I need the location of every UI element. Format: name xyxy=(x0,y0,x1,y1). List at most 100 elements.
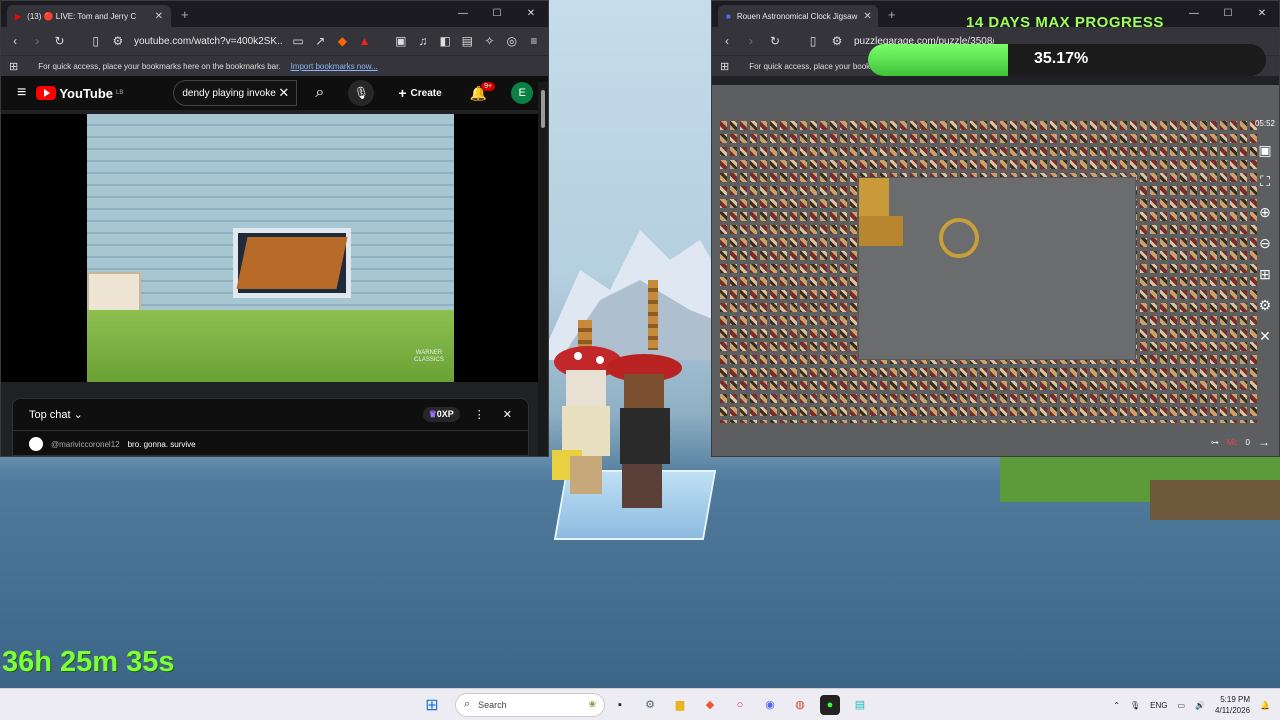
cartoon-grass xyxy=(87,310,454,382)
brave-shield-icon[interactable]: ◆ xyxy=(336,34,348,48)
tab-puzzle[interactable]: ■ Rouen Astronomical Clock Jigsaw ✕ xyxy=(718,5,878,27)
brave-icon[interactable]: ◆ xyxy=(700,695,720,715)
notifications-button[interactable]: 🔔 9+ xyxy=(470,81,496,102)
create-button[interactable]: + Create xyxy=(392,80,447,106)
import-bookmarks-link[interactable]: Import bookmarks now... xyxy=(291,62,378,71)
close-window-button[interactable]: ✕ xyxy=(1245,1,1279,27)
windows-start-icon[interactable]: ⊞ xyxy=(422,695,442,715)
network-icon[interactable]: ▭ xyxy=(1178,701,1186,710)
forward-icon[interactable]: › xyxy=(31,34,43,48)
youtube-favicon-icon: ▶ xyxy=(15,11,22,21)
site-info-icon[interactable]: ⚙ xyxy=(112,34,124,48)
zoom-out-icon[interactable]: ⊖ xyxy=(1259,235,1271,252)
site-info-icon[interactable]: ⚙ xyxy=(830,34,844,48)
brave-rewards-icon[interactable]: ▲ xyxy=(359,34,371,48)
apps-grid-icon[interactable]: ⊞ xyxy=(9,60,18,73)
maximize-button[interactable]: ☐ xyxy=(480,1,514,27)
youtube-search-input[interactable] xyxy=(182,87,279,99)
youtube-logo[interactable]: YouTube LB xyxy=(36,86,123,101)
leo-icon[interactable]: ✧ xyxy=(483,34,495,48)
puzzle-favicon-icon: ■ xyxy=(726,11,731,21)
avatar-letter: E xyxy=(518,87,526,99)
fullscreen-icon[interactable]: ⛶ xyxy=(1260,173,1270,190)
tray-overflow-icon[interactable]: ⌃ xyxy=(1113,701,1120,710)
close-tab-icon[interactable]: ✕ xyxy=(155,11,163,22)
obs-icon[interactable]: ● xyxy=(820,694,840,715)
close-icon[interactable]: ✕ xyxy=(1259,328,1271,345)
search-icon[interactable]: ⌕ xyxy=(315,84,324,102)
puzzle-canvas[interactable]: 05:52 ▣ ⛶ ⊕ ⊖ ⊞ ⚙ ✕ ⊶ Mc 0 → xyxy=(712,85,1279,456)
back-icon[interactable]: ‹ xyxy=(720,34,734,48)
opera-icon[interactable]: ○ xyxy=(730,695,750,715)
clear-search-icon[interactable]: ✕ xyxy=(278,85,289,101)
reload-icon[interactable]: ↻ xyxy=(53,34,65,48)
close-chat-icon[interactable]: ✕ xyxy=(503,408,512,421)
chat-mode-dropdown[interactable]: Top chat ⌄ xyxy=(29,408,83,421)
minimize-button[interactable]: — xyxy=(446,1,480,27)
chat-text: bro. gonna. survive xyxy=(127,439,196,449)
cartoon-window xyxy=(233,228,351,298)
settings-app-icon[interactable]: ⚙ xyxy=(640,695,660,715)
chrome-icon[interactable]: ◍ xyxy=(790,695,810,715)
progress-bar: 35.17% xyxy=(868,44,1266,76)
discord-icon[interactable]: ◉ xyxy=(760,695,780,715)
menu-icon[interactable]: ≡ xyxy=(528,34,540,48)
clock[interactable]: 5:19 PM 4/11/2026 xyxy=(1215,694,1250,716)
settings-icon[interactable]: ⚙ xyxy=(1259,297,1272,314)
sidebar-icon[interactable]: ◧ xyxy=(439,34,451,48)
voice-search-button[interactable]: 🎙 xyxy=(348,80,375,106)
arrow-right-icon[interactable]: → xyxy=(1258,435,1270,449)
chat-points-badge[interactable]: ♛0XP xyxy=(422,407,460,422)
url-field[interactable]: youtube.com/watch?v=400k2SK... xyxy=(134,36,282,47)
reload-icon[interactable]: ↻ xyxy=(768,34,782,48)
back-icon[interactable]: ‹ xyxy=(9,34,21,48)
window-controls: — ☐ ✕ xyxy=(446,1,548,27)
file-explorer-icon[interactable]: ▆ xyxy=(670,695,690,715)
share-icon[interactable]: ⊶ xyxy=(1211,438,1219,447)
share-icon[interactable]: ↗ xyxy=(314,34,326,48)
dirt-patch xyxy=(1150,480,1280,520)
minimize-button[interactable]: — xyxy=(1177,1,1211,27)
tab-title: Rouen Astronomical Clock Jigsaw xyxy=(736,11,858,21)
new-tab-button[interactable]: + xyxy=(181,7,189,22)
puzzle-toolbar: 05:52 ▣ ⛶ ⊕ ⊖ ⊞ ⚙ ✕ xyxy=(1250,85,1279,456)
more-options-icon[interactable]: ⋮ xyxy=(474,408,485,421)
image-preview-icon[interactable]: ▣ xyxy=(1258,142,1271,159)
reader-icon[interactable]: ▣ xyxy=(395,34,407,48)
task-view-icon[interactable]: ▪ xyxy=(610,695,630,715)
zoom-in-icon[interactable]: ⊕ xyxy=(1259,204,1271,221)
taskbar-search[interactable]: ⌕ Search ❀ xyxy=(455,692,605,717)
page-scrollbar[interactable] xyxy=(538,82,548,456)
vpn-icon[interactable]: ◎ xyxy=(506,34,518,48)
puzzle-footer: ⊶ Mc 0 → xyxy=(1211,435,1270,449)
maximize-button[interactable]: ☐ xyxy=(1211,1,1245,27)
forward-icon[interactable]: › xyxy=(744,34,758,48)
cast-icon[interactable]: ▭ xyxy=(292,34,304,48)
video-player[interactable]: WARNER CLASSICS xyxy=(1,114,540,382)
puzzle-board[interactable] xyxy=(858,177,1136,360)
close-tab-icon[interactable]: ✕ xyxy=(863,11,871,22)
sort-pieces-icon[interactable]: ⊞ xyxy=(1259,266,1271,283)
notepad-icon[interactable]: ▤ xyxy=(850,695,870,715)
footer-label: Mc xyxy=(1226,437,1238,447)
progress-fill xyxy=(868,44,1008,76)
close-window-button[interactable]: ✕ xyxy=(514,1,548,27)
hamburger-menu-icon[interactable]: ≡ xyxy=(17,84,26,102)
bookmarks-hint: For quick access, place your bookmarks h… xyxy=(38,61,281,71)
clock-time: 5:19 PM xyxy=(1220,695,1251,704)
player-characters xyxy=(552,346,682,508)
language-indicator[interactable]: ENG xyxy=(1150,701,1167,710)
bookmark-icon[interactable]: ▯ xyxy=(806,34,820,48)
avatar[interactable]: E xyxy=(511,82,534,104)
notification-bell-icon[interactable]: 🔔 xyxy=(1260,701,1270,710)
new-tab-button[interactable]: + xyxy=(888,7,896,22)
tab-youtube[interactable]: ▶ (13) 🔴 LIVE: Tom and Jerry C ✕ xyxy=(7,5,171,27)
apps-grid-icon[interactable]: ⊞ xyxy=(720,60,729,73)
scrollbar-thumb[interactable] xyxy=(541,90,545,128)
microphone-tray-icon[interactable]: 🎙 xyxy=(1130,701,1140,710)
bookmark-icon[interactable]: ▯ xyxy=(90,34,102,48)
media-icon[interactable]: ♫ xyxy=(417,34,429,48)
volume-icon[interactable]: 🔊 xyxy=(1195,701,1205,710)
wallet-icon[interactable]: ▤ xyxy=(461,34,473,48)
footer-count: 0 xyxy=(1245,437,1250,447)
